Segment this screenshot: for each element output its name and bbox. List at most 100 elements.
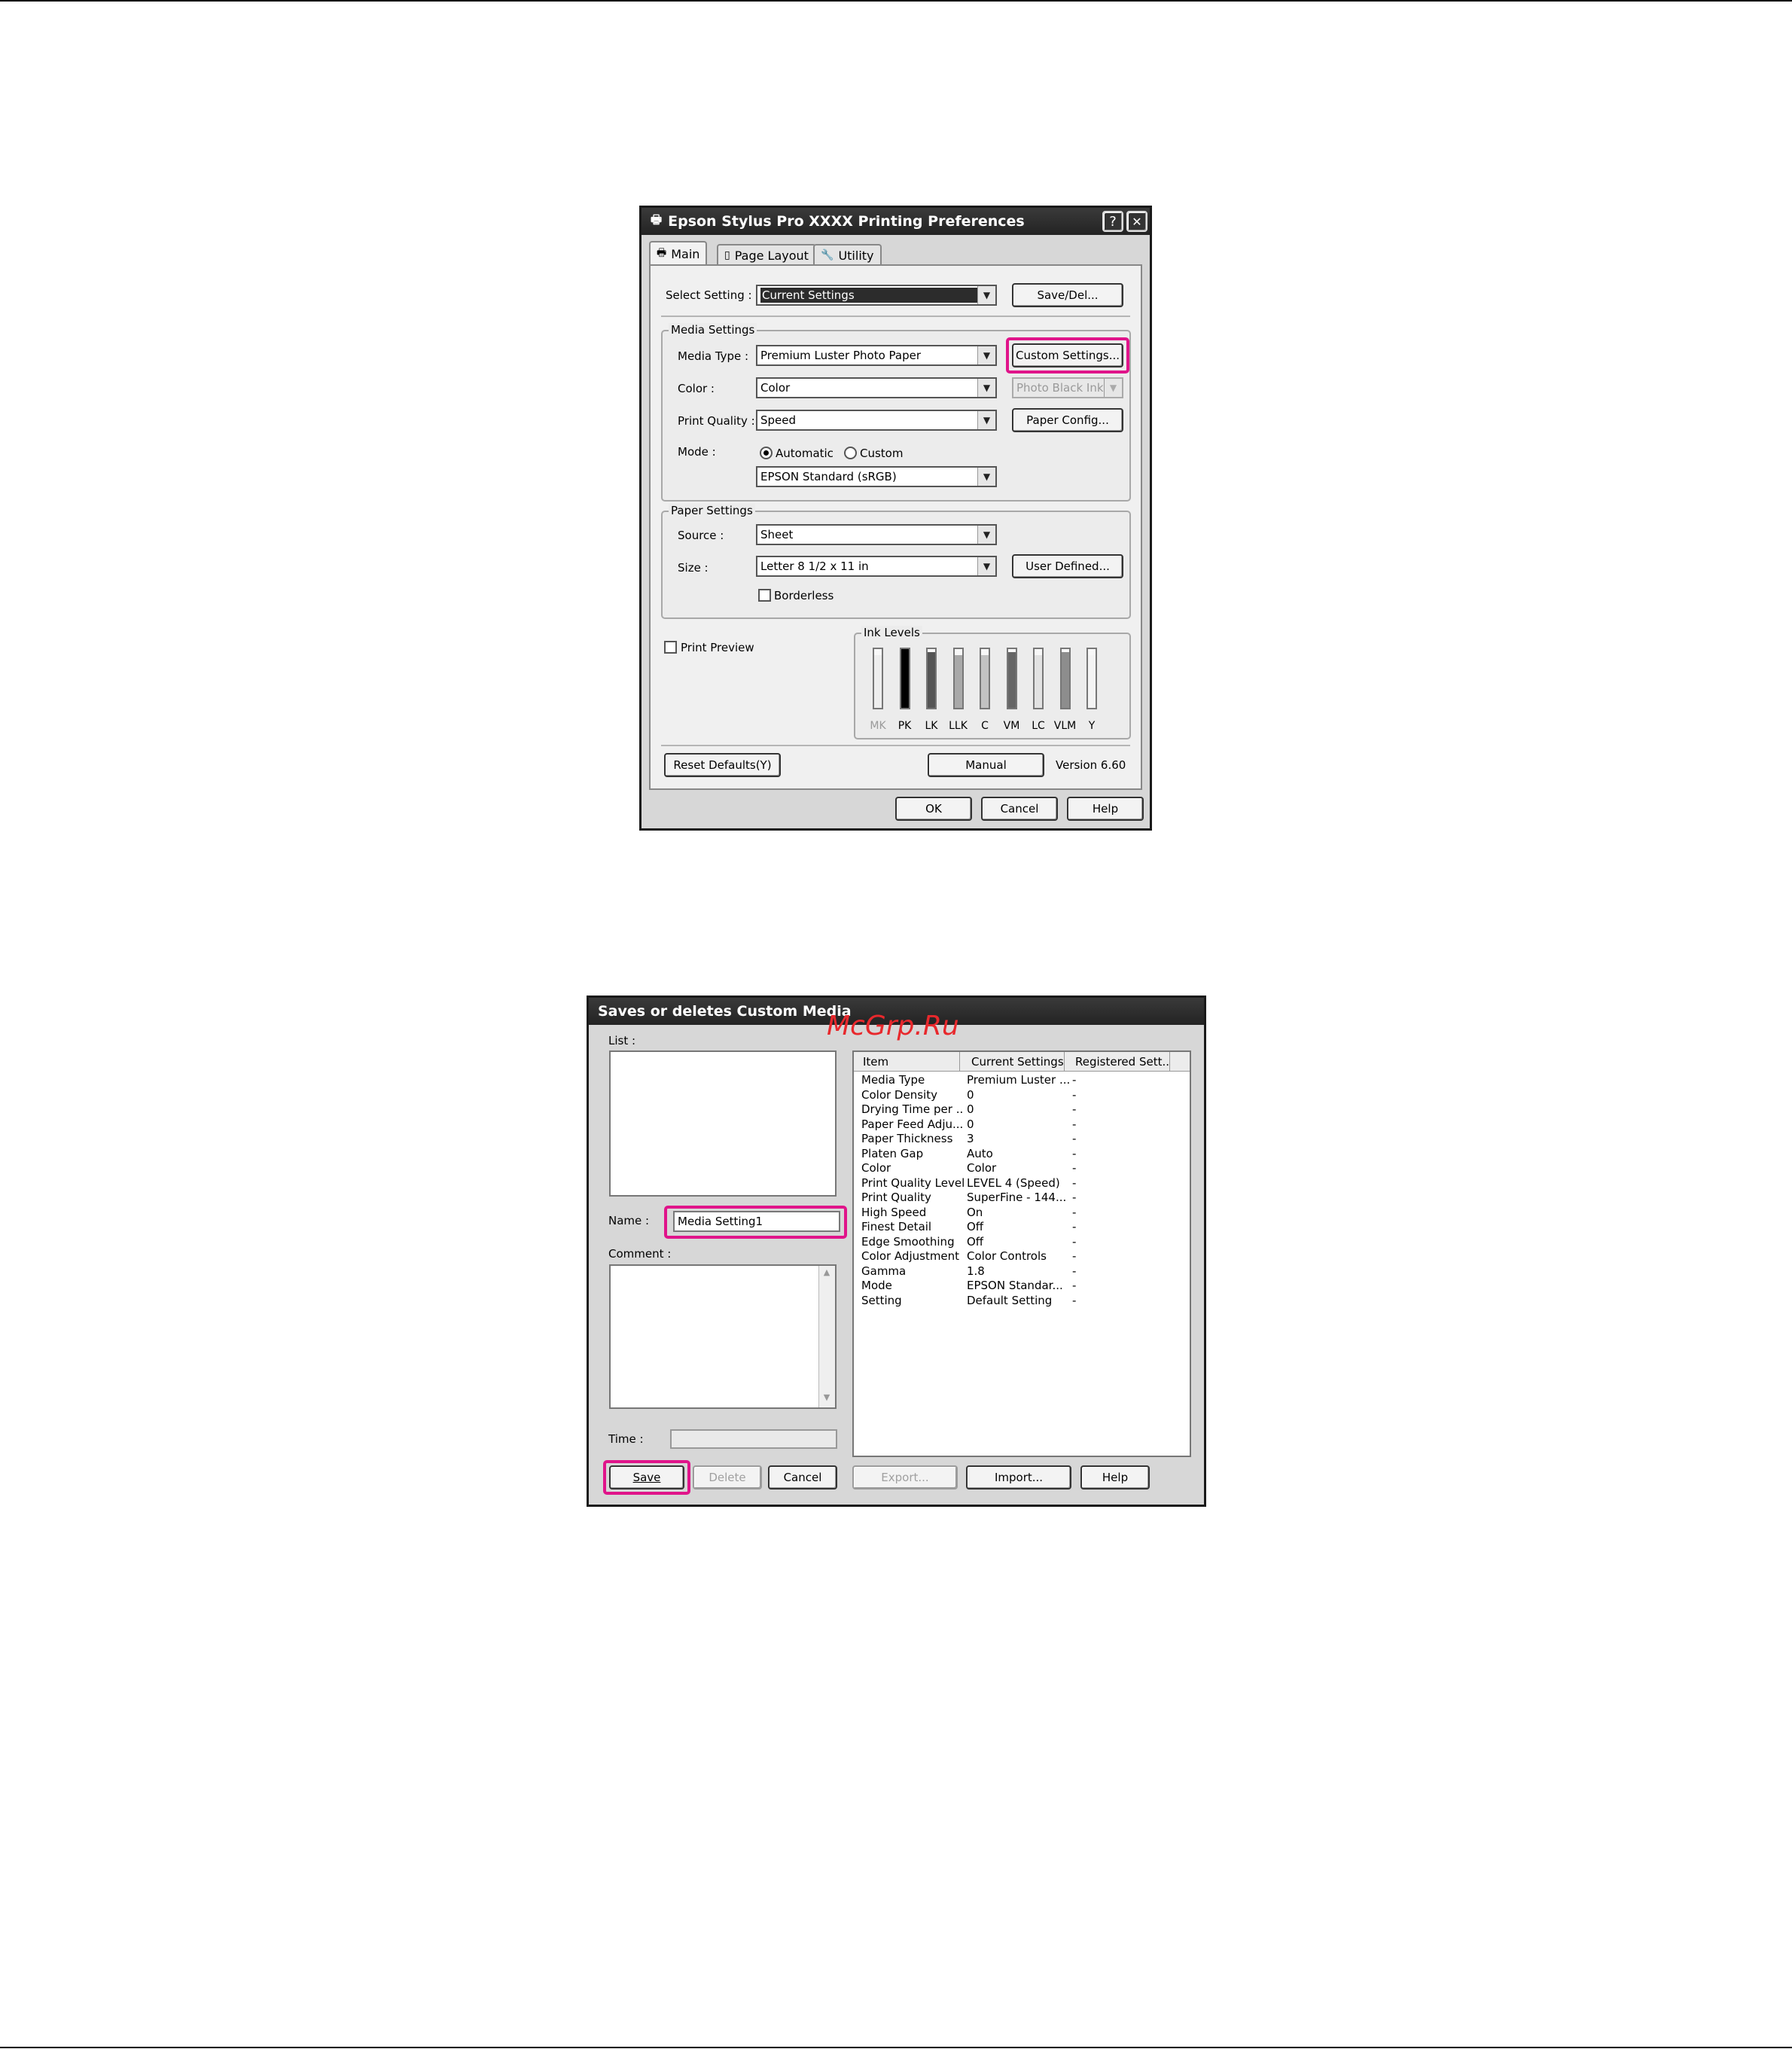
row-registered-setting: - bbox=[1072, 1132, 1077, 1145]
table-row[interactable]: Print Quality SuperFine - 144... - bbox=[854, 1191, 1190, 1206]
tab-main[interactable]: 🖶 Main bbox=[649, 241, 708, 265]
table-row[interactable]: Color Color - bbox=[854, 1161, 1190, 1176]
ok-button[interactable]: OK bbox=[895, 797, 972, 821]
row-item: Finest Detail bbox=[861, 1220, 932, 1233]
chevron-down-icon: ▼ bbox=[1104, 379, 1122, 397]
row-registered-setting: - bbox=[1072, 1073, 1077, 1087]
ink-bar-lk bbox=[926, 648, 937, 709]
custom-media-title: Saves or deletes Custom Media bbox=[598, 1003, 852, 1020]
print-quality-dropdown[interactable]: Speed ▼ bbox=[756, 410, 997, 431]
column-header-current[interactable]: Current Settings bbox=[960, 1052, 1065, 1072]
color-value: Color bbox=[760, 381, 791, 395]
reset-defaults-button[interactable]: Reset Defaults(Y) bbox=[664, 753, 781, 777]
ink-label-lc: LC bbox=[1032, 720, 1045, 732]
column-header-registered[interactable]: Registered Sett... bbox=[1065, 1052, 1170, 1072]
user-defined-button[interactable]: User Defined... bbox=[1012, 554, 1123, 578]
custom-media-list[interactable] bbox=[609, 1050, 837, 1197]
time-label: Time : bbox=[608, 1432, 644, 1446]
table-row[interactable]: Setting Default Setting - bbox=[854, 1294, 1190, 1309]
table-row[interactable]: Mode EPSON Standar... - bbox=[854, 1279, 1190, 1294]
chevron-down-icon: ▼ bbox=[977, 346, 995, 364]
column-header-item[interactable]: Item bbox=[854, 1052, 960, 1072]
chevron-down-icon: ▼ bbox=[977, 526, 995, 544]
color-dropdown[interactable]: Color ▼ bbox=[756, 377, 997, 398]
table-row[interactable]: Print Quality Level LEVEL 4 (Speed) - bbox=[854, 1176, 1190, 1191]
row-item: Gamma bbox=[861, 1264, 907, 1278]
media-type-dropdown[interactable]: Premium Luster Photo Paper ▼ bbox=[756, 345, 997, 366]
ink-label-vm: VM bbox=[1003, 720, 1020, 732]
select-setting-label: Select Setting : bbox=[666, 288, 752, 302]
ink-label-llk: LLK bbox=[949, 720, 968, 732]
printing-preferences-window: 🖶 Epson Stylus Pro XXXX Printing Prefere… bbox=[639, 206, 1152, 831]
help-button[interactable]: Help bbox=[1067, 797, 1144, 821]
ink-label-pk: PK bbox=[898, 720, 912, 732]
row-registered-setting: - bbox=[1072, 1264, 1077, 1278]
ink-fill-vm bbox=[1007, 651, 1016, 708]
row-registered-setting: - bbox=[1072, 1146, 1077, 1160]
ink-label-y: Y bbox=[1088, 720, 1096, 732]
row-current-setting: On bbox=[967, 1205, 983, 1219]
ink-fill-lc bbox=[1035, 654, 1042, 708]
table-row[interactable]: Color Adjustment Color Controls - bbox=[854, 1249, 1190, 1264]
row-current-setting: SuperFine - 144... bbox=[967, 1191, 1067, 1204]
chevron-down-icon: ▼ bbox=[977, 286, 995, 304]
borderless-checkbox[interactable] bbox=[758, 589, 771, 602]
cancel-button[interactable]: Cancel bbox=[981, 797, 1058, 821]
tab-utility[interactable]: 🔧 Utility bbox=[813, 244, 882, 265]
manual-button[interactable]: Manual bbox=[928, 753, 1044, 777]
table-row[interactable]: Platen Gap Auto - bbox=[854, 1147, 1190, 1162]
table-row[interactable]: Drying Time per ... 0 - bbox=[854, 1102, 1190, 1117]
ink-fill-pk bbox=[901, 649, 909, 708]
ink-bar-vm bbox=[1006, 648, 1017, 709]
table-row[interactable]: Paper Feed Adju... 0 - bbox=[854, 1117, 1190, 1133]
cancel-custom-button[interactable]: Cancel bbox=[768, 1465, 837, 1489]
paper-config-button[interactable]: Paper Config... bbox=[1012, 408, 1123, 432]
mode-custom-label: Custom bbox=[860, 447, 904, 460]
row-item: Platen Gap bbox=[861, 1146, 924, 1160]
cancel-custom-label: Cancel bbox=[783, 1471, 822, 1484]
ink-levels-area: MK PK LK LLK C VM LC VLM Y bbox=[854, 633, 1131, 739]
help-title-button[interactable]: ? bbox=[1102, 211, 1123, 232]
paper-settings-title: Paper Settings bbox=[669, 504, 755, 517]
name-label: Name : bbox=[608, 1214, 650, 1227]
size-label: Size : bbox=[678, 561, 709, 575]
size-dropdown[interactable]: Letter 8 1/2 x 11 in ▼ bbox=[756, 556, 997, 577]
close-button[interactable]: ✕ bbox=[1126, 211, 1147, 232]
tab-utility-label: Utility bbox=[838, 248, 874, 263]
table-row[interactable]: Color Density 0 - bbox=[854, 1088, 1190, 1103]
help-custom-button[interactable]: Help bbox=[1080, 1465, 1150, 1489]
comment-textarea[interactable]: ▲ ▼ bbox=[609, 1264, 837, 1409]
select-setting-value: Current Settings bbox=[760, 288, 979, 303]
row-item: Color bbox=[861, 1161, 891, 1175]
table-row[interactable]: High Speed On - bbox=[854, 1206, 1190, 1221]
row-registered-setting: - bbox=[1072, 1293, 1077, 1307]
comment-scrollbar[interactable]: ▲ ▼ bbox=[818, 1266, 835, 1407]
print-preview-checkbox[interactable] bbox=[664, 641, 677, 654]
mode-automatic-radio[interactable] bbox=[760, 447, 773, 459]
row-current-setting: Color Controls bbox=[967, 1249, 1047, 1263]
media-type-value: Premium Luster Photo Paper bbox=[760, 349, 922, 362]
scroll-up-icon[interactable]: ▲ bbox=[821, 1267, 832, 1281]
tab-page-layout[interactable]: ▯ Page Layout bbox=[717, 244, 816, 265]
ink-label-lk: LK bbox=[925, 720, 938, 732]
row-registered-setting: - bbox=[1072, 1117, 1077, 1131]
table-row[interactable]: Paper Thickness 3 - bbox=[854, 1132, 1190, 1147]
table-row[interactable]: Gamma 1.8 - bbox=[854, 1264, 1190, 1279]
save-del-button[interactable]: Save/Del... bbox=[1012, 283, 1123, 307]
export-button-label: Export... bbox=[881, 1471, 929, 1484]
scroll-down-icon[interactable]: ▼ bbox=[821, 1392, 832, 1406]
table-row[interactable]: Edge Smoothing Off - bbox=[854, 1235, 1190, 1250]
color-mode-dropdown[interactable]: EPSON Standard (sRGB) ▼ bbox=[756, 466, 997, 487]
export-button: Export... bbox=[852, 1465, 958, 1489]
mode-custom-radio[interactable] bbox=[844, 447, 857, 459]
table-row[interactable]: Finest Detail Off - bbox=[854, 1220, 1190, 1235]
row-current-setting: Color bbox=[967, 1161, 997, 1175]
ink-bar-mk bbox=[873, 648, 883, 709]
table-row[interactable]: Media Type Premium Luster ... - bbox=[854, 1073, 1190, 1088]
source-dropdown[interactable]: Sheet ▼ bbox=[756, 524, 997, 545]
chevron-down-icon: ▼ bbox=[977, 468, 995, 486]
import-button[interactable]: Import... bbox=[966, 1465, 1071, 1489]
ink-fill-vlm bbox=[1061, 651, 1069, 708]
chevron-down-icon: ▼ bbox=[977, 557, 995, 575]
select-setting-dropdown[interactable]: Current Settings ▼ bbox=[756, 285, 997, 306]
